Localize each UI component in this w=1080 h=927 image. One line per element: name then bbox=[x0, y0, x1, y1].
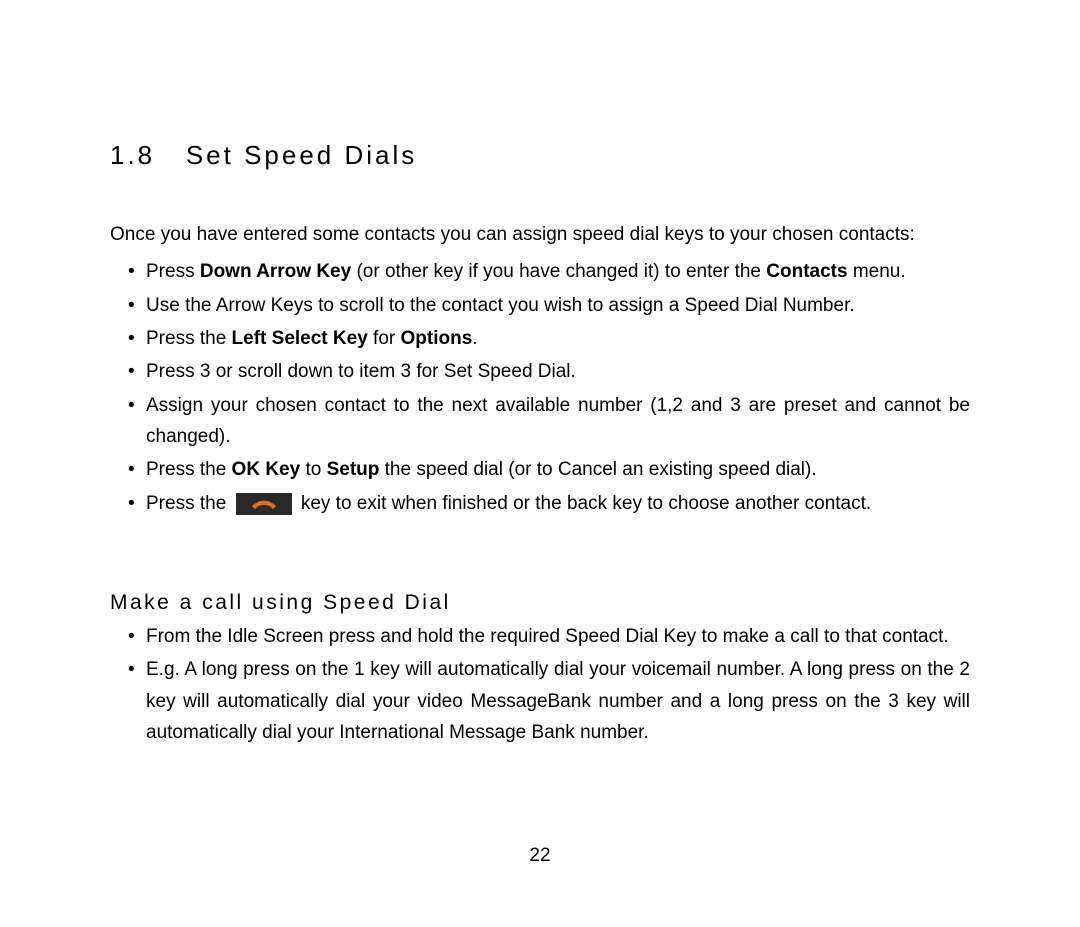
list-item: Use the Arrow Keys to scroll to the cont… bbox=[128, 290, 970, 321]
section-heading: 1.8 Set Speed Dials bbox=[110, 140, 970, 171]
list-item: Press Down Arrow Key (or other key if yo… bbox=[128, 256, 970, 287]
list-item: E.g. A long press on the 1 key will auto… bbox=[128, 654, 970, 748]
list-item: From the Idle Screen press and hold the … bbox=[128, 621, 970, 652]
bold-text: Down Arrow Key bbox=[200, 261, 351, 282]
text-fragment: for bbox=[368, 328, 401, 349]
page-number: 22 bbox=[529, 845, 550, 867]
list-item: Press 3 or scroll down to item 3 for Set… bbox=[128, 356, 970, 387]
instruction-list: Press Down Arrow Key (or other key if yo… bbox=[110, 256, 970, 519]
list-item: Press the OK Key to Setup the speed dial… bbox=[128, 454, 970, 485]
bold-text: Options bbox=[401, 328, 473, 349]
sub-heading: Make a call using Speed Dial bbox=[110, 591, 970, 615]
document-page: 1.8 Set Speed Dials Once you have entere… bbox=[0, 0, 1080, 810]
text-fragment: Press the bbox=[146, 328, 232, 349]
bold-text: Contacts bbox=[766, 261, 847, 282]
bold-text: Setup bbox=[327, 459, 380, 480]
list-item: Press the key to exit when finished or t… bbox=[128, 488, 970, 519]
bold-text: OK Key bbox=[232, 459, 301, 480]
text-fragment: Press bbox=[146, 261, 200, 282]
instruction-list-2: From the Idle Screen press and hold the … bbox=[110, 621, 970, 748]
text-fragment: Press the bbox=[146, 493, 232, 514]
intro-paragraph: Once you have entered some contacts you … bbox=[110, 219, 970, 250]
section-title: Set Speed Dials bbox=[186, 140, 417, 170]
list-item: Press the Left Select Key for Options. bbox=[128, 323, 970, 354]
list-item: Assign your chosen contact to the next a… bbox=[128, 390, 970, 453]
text-fragment: to bbox=[300, 459, 326, 480]
text-fragment: key to exit when finished or the back ke… bbox=[296, 493, 872, 514]
bold-text: Left Select Key bbox=[232, 328, 368, 349]
text-fragment: the speed dial (or to Cancel an existing… bbox=[379, 459, 816, 480]
text-fragment: (or other key if you have changed it) to… bbox=[351, 261, 766, 282]
text-fragment: . bbox=[472, 328, 477, 349]
text-fragment: Press the bbox=[146, 459, 232, 480]
section-number: 1.8 bbox=[110, 140, 155, 170]
text-fragment: menu. bbox=[848, 261, 906, 282]
end-call-key-icon bbox=[236, 493, 292, 515]
